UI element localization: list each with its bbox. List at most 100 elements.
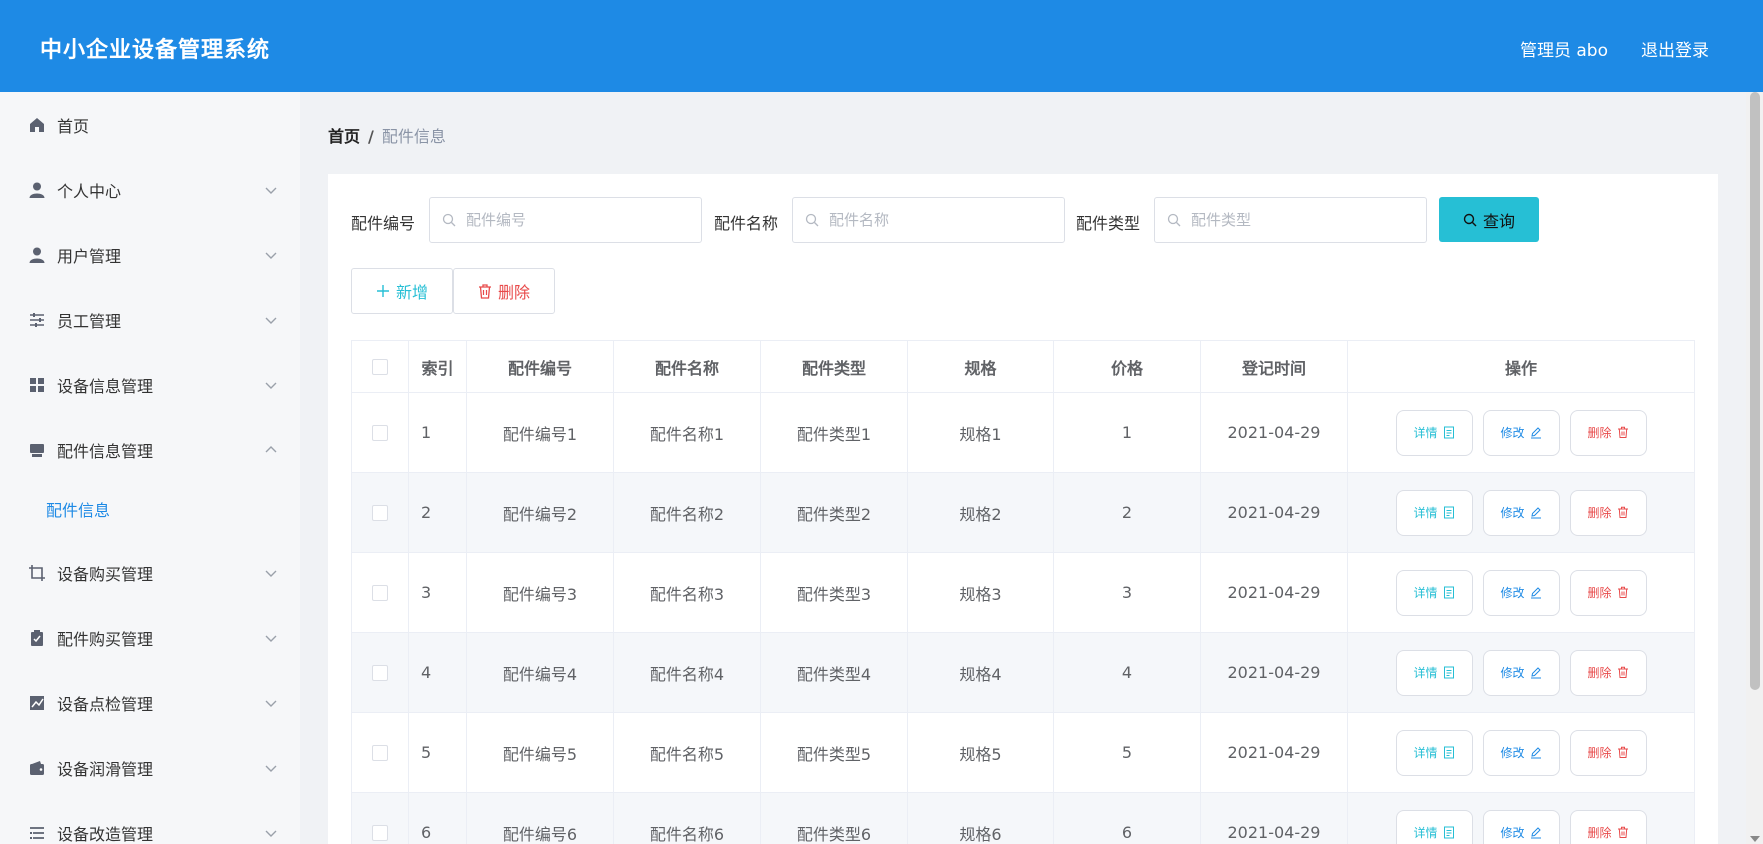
row-checkbox[interactable] (372, 664, 388, 681)
detail-button[interactable]: 详情 (1395, 409, 1473, 456)
row-select-cell (352, 633, 409, 712)
row-select-cell (352, 553, 409, 632)
parts-table: 索引 配件编号 配件名称 配件类型 规格 价格 登记时间 操作 1 配件编号1 配件… (351, 340, 1695, 844)
batch-delete-button[interactable]: 删除 (453, 268, 555, 314)
edit-button[interactable]: 修改 (1482, 569, 1560, 616)
breadcrumb-home[interactable]: 首页 (328, 127, 360, 146)
sidebar-subitem-label: 配件信息 (46, 501, 111, 520)
delete-button-label: 删除 (1587, 426, 1612, 440)
page-scrollbar[interactable] (1746, 92, 1763, 844)
table-cell: 配件名称3 (614, 553, 761, 632)
sidebar-item-equipment-modification[interactable]: 设备改造管理 (0, 809, 300, 844)
row-checkbox[interactable] (372, 504, 388, 521)
table-cell: 配件类型3 (761, 553, 908, 632)
row-select-cell (352, 793, 409, 844)
search-field-part-type[interactable] (1154, 197, 1427, 243)
delete-button[interactable]: 删除 (1569, 729, 1647, 776)
pencil-icon (1530, 507, 1541, 519)
breadcrumb: 首页 / 配件信息 (328, 123, 446, 147)
select-all-checkbox[interactable] (372, 358, 388, 375)
sidebar-item-users[interactable]: 用户管理 (0, 231, 300, 279)
sidebar-item-profile[interactable]: 个人中心 (0, 166, 300, 214)
scroll-down-arrow[interactable] (1750, 836, 1760, 842)
sidebar-item-parts-purchase[interactable]: 配件购买管理 (0, 614, 300, 662)
detail-button[interactable]: 详情 (1395, 649, 1473, 696)
edit-button-label: 修改 (1500, 746, 1525, 760)
edit-button-label: 修改 (1500, 826, 1525, 840)
edit-button[interactable]: 修改 (1482, 729, 1560, 776)
delete-button[interactable]: 删除 (1569, 649, 1647, 696)
row-checkbox[interactable] (372, 744, 388, 761)
row-actions-cell: 详情 修改 删除 (1348, 393, 1694, 472)
table-cell: 3 (1054, 553, 1201, 632)
detail-button[interactable]: 详情 (1395, 569, 1473, 616)
chevron-up-icon (265, 446, 277, 453)
breadcrumb-current: 配件信息 (381, 127, 446, 146)
detail-button-label: 详情 (1413, 506, 1438, 520)
add-button[interactable]: 新增 (351, 268, 453, 314)
table-cell: 规格6 (908, 793, 1054, 844)
edit-button[interactable]: 修改 (1482, 409, 1560, 456)
search-label-part-name: 配件名称 (714, 214, 779, 233)
sidebar-item-equipment-info[interactable]: 设备信息管理 (0, 361, 300, 409)
delete-button[interactable]: 删除 (1569, 409, 1647, 456)
detail-button-label: 详情 (1413, 666, 1438, 680)
delete-button-label: 删除 (1587, 826, 1612, 840)
edit-button[interactable]: 修改 (1482, 809, 1560, 844)
table-row: 4 配件编号4 配件名称4 配件类型4 规格4 4 2021-04-29 详情 修改 删除 (352, 633, 1694, 713)
search-icon (1463, 213, 1477, 226)
grid-icon (27, 375, 47, 395)
table-cell: 4 (1054, 633, 1201, 712)
detail-button-label: 详情 (1413, 586, 1438, 600)
table-cell: 配件名称1 (614, 393, 761, 472)
table-cell: 配件编号3 (467, 553, 614, 632)
sidebar-item-label: 用户管理 (57, 247, 122, 266)
row-select-cell (352, 713, 409, 792)
scrollbar-thumb[interactable] (1750, 92, 1760, 690)
sidebar-item-parts-info[interactable]: 配件信息管理 (0, 426, 300, 474)
table-cell: 2021-04-29 (1201, 713, 1348, 792)
search-input-part-type[interactable] (1191, 208, 1411, 232)
sidebar-item-home[interactable]: 首页 (0, 101, 300, 149)
table-cell: 配件类型4 (761, 633, 908, 712)
sidebar-subitem-parts-info[interactable]: 配件信息 (0, 486, 300, 530)
detail-button-label: 详情 (1413, 826, 1438, 840)
delete-button[interactable]: 删除 (1569, 809, 1647, 844)
row-checkbox[interactable] (372, 824, 388, 841)
row-select-cell (352, 473, 409, 552)
delete-button[interactable]: 删除 (1569, 489, 1647, 536)
chart-icon (27, 693, 47, 713)
row-checkbox[interactable] (372, 584, 388, 601)
table-cell: 规格5 (908, 713, 1054, 792)
detail-button[interactable]: 详情 (1395, 489, 1473, 536)
detail-button[interactable]: 详情 (1395, 809, 1473, 844)
edit-button[interactable]: 修改 (1482, 649, 1560, 696)
delete-button[interactable]: 删除 (1569, 569, 1647, 616)
table-cell: 配件名称6 (614, 793, 761, 844)
query-button[interactable]: 查询 (1439, 197, 1539, 242)
sidebar-item-label: 个人中心 (57, 182, 122, 201)
sidebar-item-staff[interactable]: 员工管理 (0, 296, 300, 344)
logout-button[interactable]: 退出登录 (1641, 36, 1709, 61)
row-checkbox[interactable] (372, 424, 388, 441)
search-field-part-code[interactable] (429, 197, 702, 243)
table-header: 索引 配件编号 配件名称 配件类型 规格 价格 登记时间 操作 (352, 341, 1694, 393)
detail-button-label: 详情 (1413, 426, 1438, 440)
table-row: 3 配件编号3 配件名称3 配件类型3 规格3 3 2021-04-29 详情 修改 删除 (352, 553, 1694, 633)
search-field-part-name[interactable] (792, 197, 1065, 243)
sidebar-item-equipment-purchase[interactable]: 设备购买管理 (0, 549, 300, 597)
table-cell: 规格1 (908, 393, 1054, 472)
edit-button-label: 修改 (1500, 586, 1525, 600)
header-cell: 配件类型 (761, 341, 908, 392)
table-cell: 3 (409, 553, 467, 632)
sidebar-item-equipment-lubrication[interactable]: 设备润滑管理 (0, 744, 300, 792)
table-cell: 1 (1054, 393, 1201, 472)
search-input-part-name[interactable] (829, 208, 1049, 232)
table-cell: 5 (1054, 713, 1201, 792)
detail-button[interactable]: 详情 (1395, 729, 1473, 776)
search-input-part-code[interactable] (466, 208, 686, 232)
edit-button[interactable]: 修改 (1482, 489, 1560, 536)
sidebar: 首页 个人中心 用户管理 员工管理 设备信息管理 配件信息管理 配件信息 设备购… (0, 92, 300, 844)
sidebar-item-equipment-inspection[interactable]: 设备点检管理 (0, 679, 300, 727)
tray-icon (27, 440, 47, 460)
